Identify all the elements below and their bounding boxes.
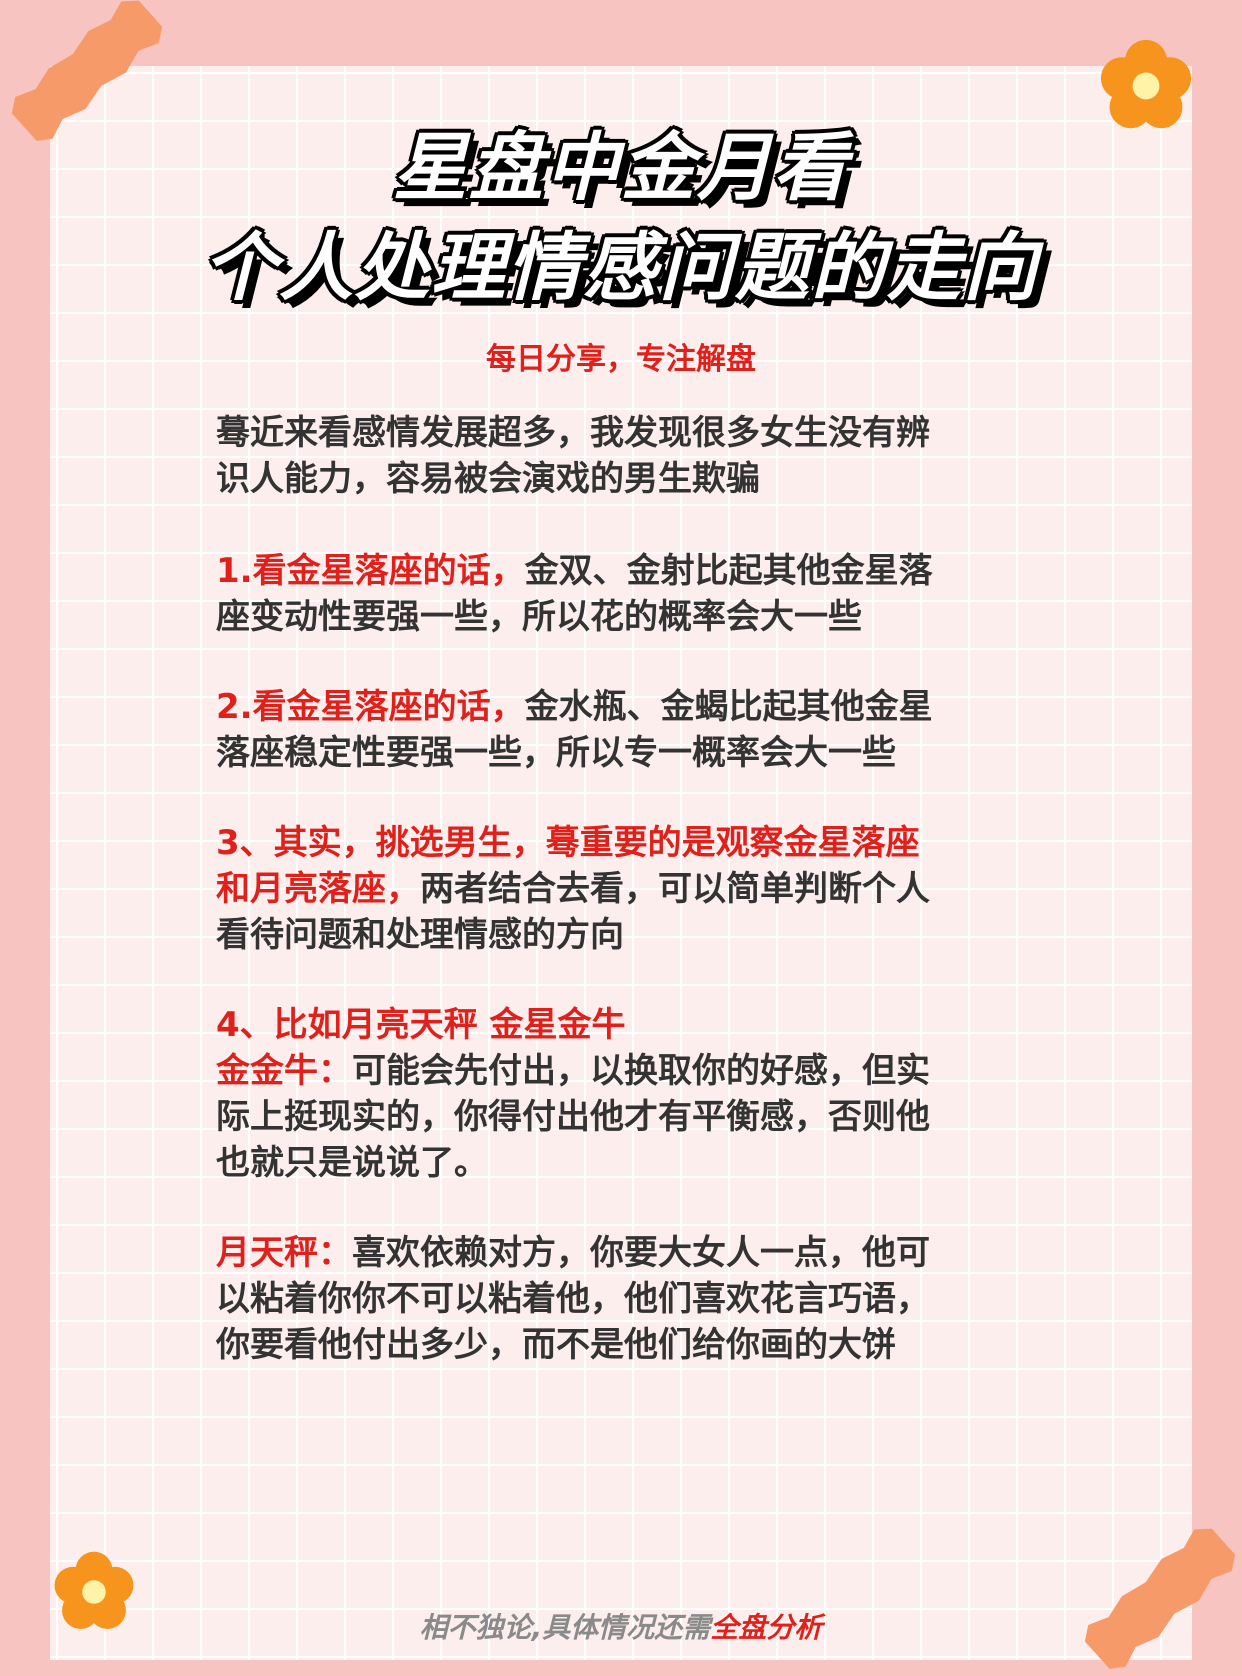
point-4-text: 可能会先付出，以换取你的好感，但实	[352, 1051, 930, 1091]
intro-line: 识人能力，容易被会演戏的男生欺骗	[216, 459, 760, 499]
footer-highlight: 全盘分析	[710, 1611, 823, 1644]
point-3-paragraph: 3、其实，挑选男生，蓦重要的是观察金星落座 和月亮落座，两者结合去看，可以简单判…	[216, 820, 1016, 958]
point-1-heading: 1.看金星落座的话，	[216, 551, 525, 591]
point-4-paragraph: 4、比如月亮天秤 金星金牛 金金牛：可能会先付出，以换取你的好感，但实 际上挺现…	[216, 1002, 1016, 1186]
intro-paragraph: 蓦近来看感情发展超多，我发现很多女生没有辨 识人能力，容易被会演戏的男生欺骗	[216, 410, 1016, 502]
point-4-heading: 4、比如月亮天秤 金星金牛	[216, 1005, 626, 1045]
point-4-label: 金金牛：	[216, 1051, 352, 1091]
point-5-label: 月天秤：	[216, 1233, 352, 1273]
point-2-text: 金水瓶、金蝎比起其他金星	[524, 687, 933, 727]
point-2-paragraph: 2.看金星落座的话，金水瓶、金蝎比起其他金星 落座稳定性要强一些，所以专一概率会…	[216, 684, 1016, 776]
point-4-text: 际上挺现实的，你得付出他才有平衡感，否则他	[216, 1097, 930, 1137]
subtitle: 每日分享，专注解盘	[486, 342, 756, 377]
page-title-line-1: 星盘中金月看	[393, 125, 849, 211]
point-3-heading: 和月亮落座，	[216, 869, 420, 909]
page-title-line-2: 个人处理情感问题的走向	[203, 225, 1039, 311]
point-5-text: 以粘着你你不可以粘着他，他们喜欢花言巧语，	[216, 1279, 930, 1319]
point-3-heading: 3、其实，挑选男生，蓦重要的是观察金星落座	[216, 823, 920, 863]
point-1-text: 座变动性要强一些，所以花的概率会大一些	[216, 597, 862, 637]
point-4-text: 也就只是说说了。	[216, 1143, 488, 1183]
point-5-text: 喜欢依赖对方，你要大女人一点，他可	[352, 1233, 930, 1273]
point-2-text: 落座稳定性要强一些，所以专一概率会大一些	[216, 733, 896, 773]
point-5-paragraph: 月天秤：喜欢依赖对方，你要大女人一点，他可 以粘着你你不可以粘着他，他们喜欢花言…	[216, 1230, 1016, 1368]
point-1-text: 金双、金射比起其他金星落	[524, 551, 933, 591]
point-3-text: 两者结合去看，可以简单判断个人	[420, 869, 930, 909]
intro-line: 蓦近来看感情发展超多，我发现很多女生没有辨	[216, 413, 930, 453]
point-3-text: 看待问题和处理情感的方向	[216, 915, 624, 955]
footer-note: 相不独论,具体情况还需全盘分析	[0, 1606, 1242, 1646]
point-1-paragraph: 1.看金星落座的话，金双、金射比起其他金星落 座变动性要强一些，所以花的概率会大…	[216, 548, 1016, 640]
footer-text: 相不独论,具体情况还需	[419, 1611, 711, 1644]
point-2-heading: 2.看金星落座的话，	[216, 687, 525, 727]
point-5-text: 你要看他付出多少，而不是他们给你画的大饼	[216, 1325, 896, 1365]
